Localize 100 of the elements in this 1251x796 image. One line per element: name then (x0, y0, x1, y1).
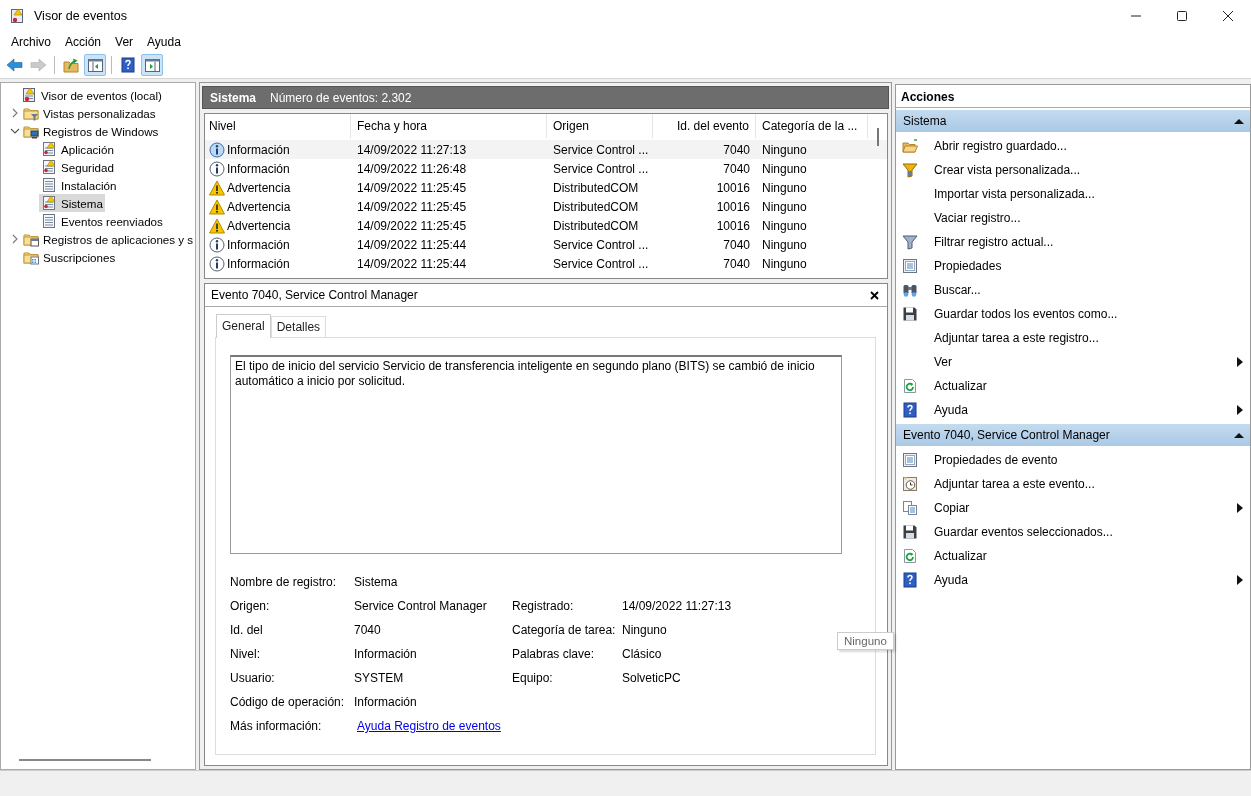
close-icon (1223, 11, 1233, 21)
table-row[interactable]: Información 14/09/2022 11:27:13 Service Control ... 7040 Ninguno (205, 140, 887, 159)
action-item[interactable]: Ver (896, 350, 1250, 374)
action-item[interactable]: Buscar... (896, 278, 1250, 302)
field-label: Nombre de registro: (230, 575, 338, 589)
tab[interactable]: Detalles (270, 316, 327, 337)
help-link[interactable]: Ayuda Registro de eventos (357, 719, 501, 733)
table-row[interactable]: Información 14/09/2022 11:25:44 Service Control ... 7040 Ninguno (205, 235, 887, 254)
column-header[interactable]: Categoría de la ... (756, 114, 868, 138)
toolbar-button[interactable] (141, 54, 163, 76)
action-item[interactable]: Adjuntar tarea a este evento... (896, 472, 1250, 496)
log-warning-icon (41, 141, 57, 157)
section-header[interactable]: Sistema (896, 110, 1250, 132)
action-item[interactable]: Propiedades (896, 254, 1250, 278)
help-icon (902, 402, 918, 418)
tree-item[interactable]: Aplicación (39, 140, 116, 158)
table-cell-text: Ninguno (761, 217, 808, 235)
action-item[interactable]: Guardar todos los eventos como... (896, 302, 1250, 326)
tree-item[interactable]: Registros de aplicaciones y s (21, 230, 195, 248)
table-cell-text: 14/09/2022 11:26:48 (356, 160, 468, 178)
table-cell: Advertencia (227, 218, 291, 233)
column-header[interactable]: Fecha y hora (351, 114, 547, 138)
tree-item[interactable]: Visor de eventos (local) (19, 86, 164, 104)
submenu-arrow-icon (1236, 357, 1244, 367)
field-label: Categoría de tarea: (512, 623, 617, 637)
menu-item[interactable]: Ayuda (140, 33, 188, 51)
tab[interactable]: General (216, 314, 271, 338)
action-item[interactable]: Copiar (896, 496, 1250, 520)
refresh-icon (902, 378, 918, 394)
folder-window-icon (23, 231, 39, 247)
info-icon (209, 236, 225, 253)
tree-item[interactable]: Registros de Windows (21, 122, 161, 140)
action-item[interactable]: Actualizar (896, 544, 1250, 568)
tree-item[interactable]: Suscripciones (21, 248, 118, 266)
table-row[interactable]: Información 14/09/2022 11:25:44 Service Control ... 7040 Ninguno (205, 254, 887, 273)
action-item[interactable]: Actualizar (896, 374, 1250, 398)
event-viewer-icon (9, 8, 25, 24)
tree-item[interactable]: Seguridad (39, 158, 116, 176)
description-box[interactable]: El tipo de inicio del servicio Servicio de transferencia inteligente en segundo plano (BITS) se cambió de inicio automático a inicio por solicitud. (230, 355, 842, 554)
table-row[interactable]: Advertencia 14/09/2022 11:25:45 DistributedCOM 10016 Ninguno (205, 178, 887, 197)
folder-calendar-icon (23, 249, 39, 265)
close-icon (870, 290, 879, 300)
scrollbar-thumb[interactable] (19, 759, 151, 761)
table-cell: Información (227, 237, 290, 252)
submenu-arrow-icon (1236, 405, 1244, 415)
warning-icon (209, 179, 225, 196)
column-header[interactable]: Nivel (205, 114, 351, 138)
properties-icon (902, 452, 918, 468)
table-row[interactable]: Advertencia 14/09/2022 11:25:45 DistributedCOM 10016 Ninguno (205, 216, 887, 235)
toolbar-button[interactable] (84, 54, 106, 76)
table-cell-text: Ninguno (761, 255, 808, 273)
field-label: Usuario: (230, 671, 276, 685)
action-item[interactable]: Ayuda (896, 398, 1250, 422)
table-row[interactable]: Información 14/09/2022 11:26:48 Service Control ... 7040 Ninguno (205, 159, 887, 178)
submenu-arrow-icon (1236, 575, 1244, 585)
table-cell-text: 14/09/2022 11:27:13 (356, 141, 468, 159)
action-item[interactable]: Ayuda (896, 568, 1250, 592)
close-button[interactable] (870, 290, 879, 300)
menu-item[interactable]: Ver (108, 33, 141, 51)
tree-item[interactable]: Vistas personalizadas (21, 104, 158, 122)
table-cell: Información (227, 256, 290, 271)
action-item[interactable]: Vaciar registro... (896, 206, 1250, 230)
table-cell-text: 10016 (715, 179, 751, 197)
scrollbar-thumb[interactable] (877, 128, 879, 146)
field-value: Ninguno (622, 623, 668, 637)
action-item[interactable]: Adjuntar tarea a este registro... (896, 326, 1250, 350)
action-item[interactable]: Importar vista personalizada... (896, 182, 1250, 206)
show-action-pane-icon (144, 57, 160, 73)
action-item[interactable]: Guardar eventos seleccionados... (896, 520, 1250, 544)
table-cell-text: Service Control ... (552, 141, 650, 159)
table-cell-text: Ninguno (761, 141, 808, 159)
tree-item[interactable]: Sistema (39, 194, 105, 212)
action-item[interactable]: Propiedades de evento (896, 448, 1250, 472)
table-cell-text: 14/09/2022 11:25:44 (356, 236, 468, 254)
table-cell: Advertencia (227, 199, 291, 214)
action-item[interactable]: Crear vista personalizada... (896, 158, 1250, 182)
table-cell-text: 7040 (722, 255, 751, 273)
action-item[interactable]: Abrir registro guardado... (896, 134, 1250, 158)
table-cell-text: 14/09/2022 11:25:45 (356, 198, 468, 216)
table-row[interactable]: Advertencia 14/09/2022 11:25:45 DistributedCOM 10016 Ninguno (205, 197, 887, 216)
log-icon (41, 177, 57, 193)
clock-task-icon (902, 476, 918, 492)
pane-title: Acciones (896, 85, 1250, 108)
tree-item[interactable]: Instalación (39, 176, 119, 194)
menu-item[interactable]: Acción (58, 33, 109, 51)
help-icon (902, 572, 918, 588)
tree-item[interactable]: Eventos reenviados (39, 212, 165, 230)
menu-item[interactable]: Archivo (4, 33, 58, 51)
column-header[interactable]: Id. del evento (653, 114, 756, 138)
tooltip: Ninguno (837, 632, 894, 650)
table-cell-text: DistributedCOM (552, 217, 640, 235)
folder-up-icon (63, 57, 79, 73)
section-header[interactable]: Evento 7040, Service Control Manager (896, 424, 1250, 446)
funnel-icon (902, 234, 918, 250)
warning-icon (209, 217, 225, 234)
table-cell-text: 14/09/2022 11:25:44 (356, 255, 468, 273)
folder-filter-icon (23, 105, 39, 121)
action-item[interactable]: Filtrar registro actual... (896, 230, 1250, 254)
column-header[interactable]: Origen (547, 114, 653, 138)
field-value: Información (354, 647, 418, 661)
